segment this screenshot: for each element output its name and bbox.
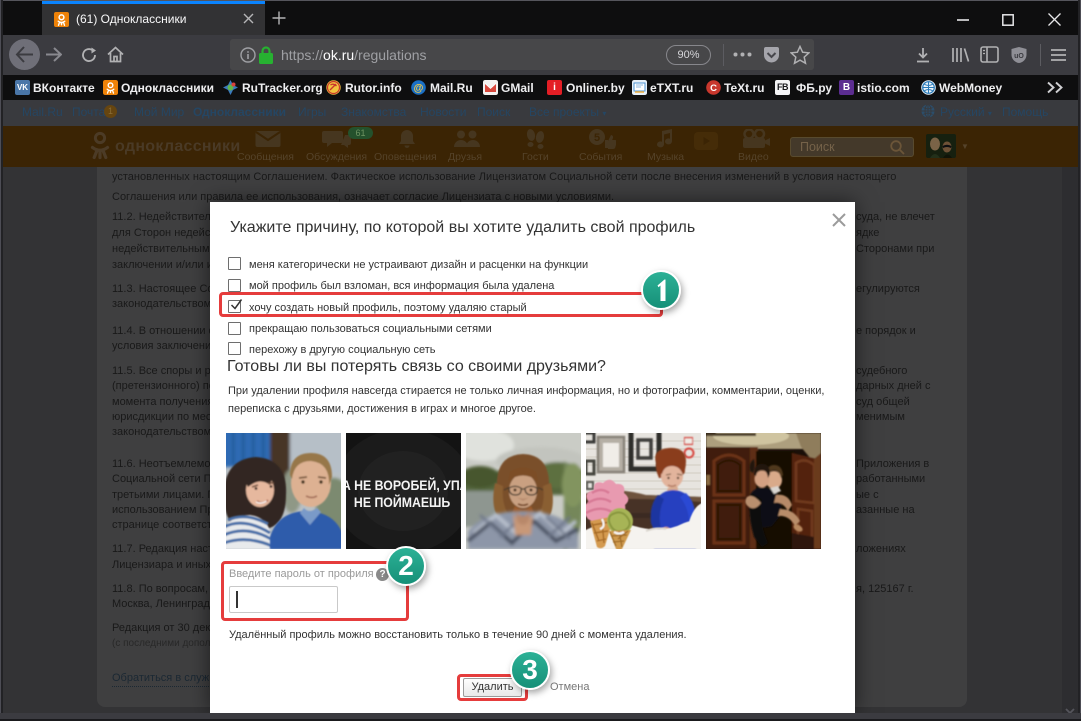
svg-text:C: C	[710, 83, 717, 94]
svg-text:@: @	[414, 83, 424, 94]
svg-text:5: 5	[594, 132, 600, 144]
svg-text:uO: uO	[1014, 53, 1024, 60]
svg-text:ГА НЕ ВОРОБЕЙ, УПА: ГА НЕ ВОРОБЕЙ, УПА	[346, 477, 461, 493]
svg-text:НЕ ПОЙМАЕШЬ: НЕ ПОЙМАЕШЬ	[354, 494, 450, 510]
